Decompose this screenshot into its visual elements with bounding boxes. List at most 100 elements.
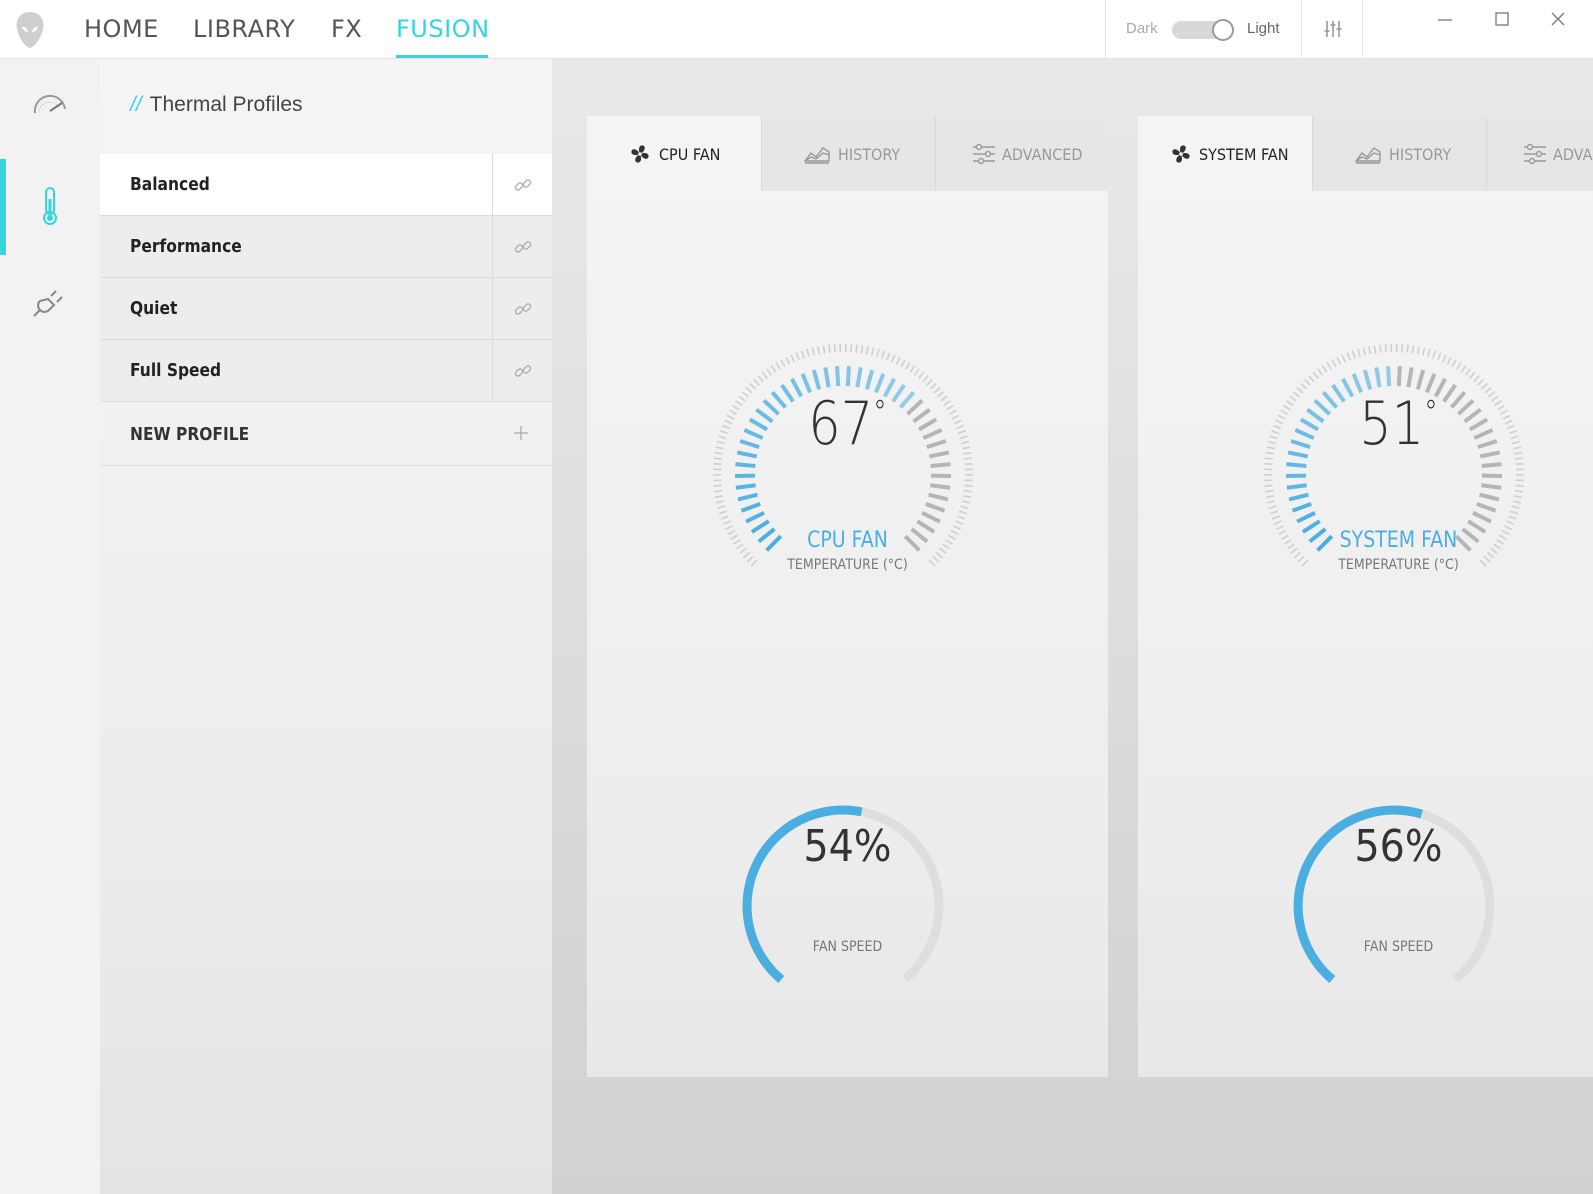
gauge-tick: [1479, 492, 1500, 502]
tab-advanced[interactable]: ADVAN: [1486, 116, 1593, 191]
profile-row-performance[interactable]: Performance: [100, 216, 552, 278]
title-slashes: //: [130, 93, 142, 116]
tab-system-fan[interactable]: SYSTEM FAN: [1138, 116, 1312, 191]
gauge-fine-tick: [785, 356, 791, 365]
gauge-fine-tick: [714, 495, 724, 499]
tab-history[interactable]: HISTORY: [1312, 116, 1486, 191]
side-rail: [0, 59, 100, 1194]
minimize-icon: [1438, 19, 1452, 21]
gauge-fine-tick: [905, 362, 911, 370]
tab-history[interactable]: HISTORY: [761, 116, 935, 191]
new-profile-button[interactable]: NEW PROFILE: [100, 404, 552, 466]
close-icon: [1551, 12, 1565, 26]
gauge-tick: [1406, 367, 1414, 388]
gauge-tick: [930, 462, 951, 468]
gauge-fine-tick: [1312, 371, 1319, 379]
gauge-fine-tick: [1271, 515, 1280, 520]
gauge-fine-tick: [881, 350, 886, 359]
minimize-button[interactable]: [1425, 6, 1465, 42]
theme-dark-label: Dark: [1126, 20, 1158, 37]
gauge-tick: [1481, 483, 1502, 490]
gauge-tick: [823, 367, 831, 388]
gauge-fine-tick: [753, 378, 760, 386]
fan-name: CPU FAN: [807, 528, 888, 553]
gauge-fine-tick: [860, 345, 864, 354]
gauge-tick: [925, 502, 946, 513]
tab-advanced[interactable]: ADVANCED: [935, 116, 1108, 191]
gauge-fine-tick: [1269, 510, 1279, 515]
gauge-fine-tick: [1437, 352, 1442, 361]
gauge-fine-tick: [1515, 484, 1524, 487]
profile-link-button[interactable]: [492, 278, 552, 339]
nav-tab-home[interactable]: HOME: [84, 12, 158, 58]
gauge-fine-tick: [876, 348, 880, 358]
rail-item-power[interactable]: [0, 255, 100, 351]
fan-speed-value: 54%: [803, 821, 892, 872]
gauge-fine-tick: [957, 515, 966, 520]
gauge-tick: [1362, 369, 1373, 390]
rail-item-overclock[interactable]: [0, 59, 100, 155]
fan-speed-label: FAN SPEED: [1363, 939, 1434, 955]
theme-switcher: Dark Light: [1105, 0, 1302, 58]
gauge-tick: [1396, 366, 1402, 387]
close-button[interactable]: [1538, 6, 1578, 42]
fan-content-area: CPU FAN HISTORY ADVANCED 67° CPU FAN TEM…: [552, 59, 1593, 1194]
link-icon: [514, 365, 532, 377]
gauge-fine-tick: [1341, 354, 1347, 363]
nav-tab-fx[interactable]: FX: [331, 12, 362, 58]
gauge-fine-tick: [1411, 345, 1415, 354]
profile-link-button[interactable]: [492, 340, 552, 401]
profile-name: Quiet: [130, 298, 178, 319]
tab-cpu-fan[interactable]: CPU FAN: [587, 116, 761, 191]
gauge-fine-tick: [1264, 484, 1273, 487]
gauge-fine-tick: [1421, 347, 1426, 356]
gauge-fine-tick: [1268, 505, 1277, 510]
gauge-tick: [745, 511, 765, 524]
gauge-tick: [1291, 502, 1312, 513]
settings-button[interactable]: [1303, 0, 1363, 58]
gauge-fine-tick: [1346, 352, 1351, 361]
gauge-fine-tick: [1267, 500, 1276, 504]
gauge-fine-tick: [1451, 359, 1457, 368]
gauge-fine-tick: [722, 520, 731, 525]
gauge-fine-tick: [766, 368, 773, 376]
gauge-fine-tick: [1336, 356, 1342, 365]
gauge-fine-tick: [795, 352, 800, 361]
gauge-fine-tick: [1506, 520, 1515, 525]
gauge-tick: [737, 492, 758, 502]
gauge-tick: [1481, 462, 1502, 468]
profile-link-button[interactable]: [492, 216, 552, 277]
gauge-tick: [1286, 462, 1307, 468]
gauge-fine-tick: [961, 500, 970, 504]
gauge-fine-tick: [1308, 375, 1315, 383]
profile-row-full-speed[interactable]: Full Speed: [100, 340, 552, 402]
profile-link-button[interactable]: [492, 154, 552, 215]
gauge-fine-tick: [1427, 348, 1431, 358]
link-icon: [514, 241, 532, 253]
temperature-value: 67: [808, 389, 874, 459]
maximize-button[interactable]: [1482, 6, 1522, 42]
link-icon: [514, 303, 532, 315]
profile-row-balanced[interactable]: Balanced: [100, 154, 558, 216]
gauge-fine-tick: [960, 505, 969, 510]
fan-speed-label: FAN SPEED: [812, 939, 883, 955]
nav-tab-fusion[interactable]: FUSION: [396, 12, 489, 58]
gauge-fine-tick: [1265, 495, 1275, 499]
theme-toggle-knob[interactable]: [1212, 19, 1234, 41]
gauge-fine-tick: [1513, 495, 1523, 499]
gauge-tick: [855, 367, 863, 388]
gauge-fine-tick: [717, 505, 726, 510]
profile-row-quiet[interactable]: Quiet: [100, 278, 552, 340]
card-tabs: SYSTEM FAN HISTORY ADVAN: [1138, 116, 1593, 191]
nav-tab-library[interactable]: LIBRARY: [193, 12, 295, 58]
gauge-fine-tick: [806, 348, 810, 358]
theme-toggle[interactable]: [1172, 19, 1234, 41]
gauge-fine-tick: [833, 344, 836, 353]
gauge-fine-tick: [1508, 515, 1517, 520]
gauge-tick: [928, 492, 949, 502]
gauge-fine-tick: [886, 352, 891, 361]
gauge-fine-tick: [964, 484, 973, 487]
alien-logo-icon[interactable]: [14, 10, 46, 50]
gauge-fine-tick: [890, 354, 896, 363]
rail-item-thermal[interactable]: [0, 159, 100, 255]
